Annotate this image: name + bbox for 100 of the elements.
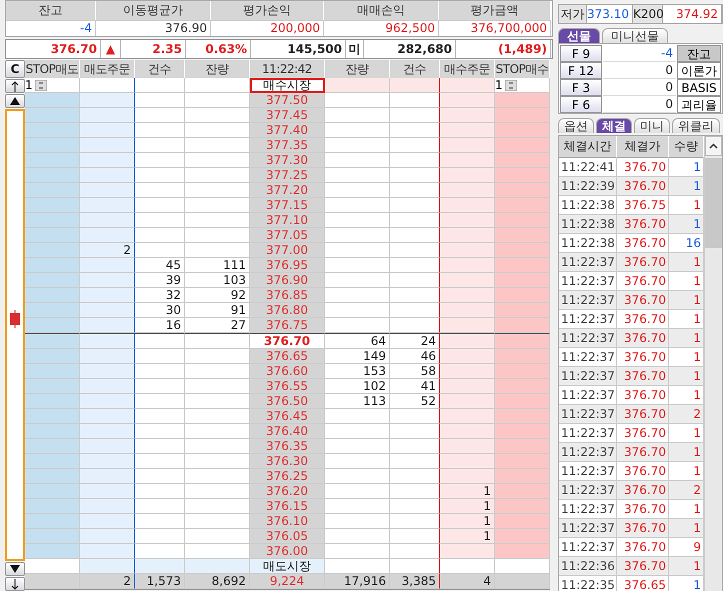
order-book-cell bbox=[25, 439, 80, 454]
column-header: 매수주문 bbox=[440, 60, 495, 78]
contract-button[interactable]: F 12 bbox=[560, 62, 602, 79]
scroll-top-button[interactable] bbox=[5, 79, 25, 93]
order-book-cell bbox=[390, 93, 440, 108]
view-button[interactable]: BASIS bbox=[677, 79, 721, 96]
order-book-cell bbox=[440, 394, 495, 409]
order-book-cell bbox=[80, 168, 135, 183]
order-book-cell bbox=[440, 258, 495, 273]
order-book-cell bbox=[25, 454, 80, 469]
order-book-cell bbox=[440, 138, 495, 153]
trade-time: 11:22:37 bbox=[559, 481, 617, 500]
order-book-cell bbox=[80, 108, 135, 123]
price-cell[interactable]: 377.05 bbox=[250, 228, 325, 243]
price-cell[interactable]: 376.60 bbox=[250, 364, 325, 379]
market-order-cell[interactable]: 매수시장 bbox=[250, 78, 325, 93]
price-cell[interactable]: 377.00 bbox=[250, 243, 325, 258]
price-cell[interactable]: 376.40 bbox=[250, 424, 325, 439]
contract-button[interactable]: F 6 bbox=[560, 96, 602, 113]
price-cell[interactable]: 376.00 bbox=[250, 544, 325, 559]
price-cell[interactable]: 376.30 bbox=[250, 454, 325, 469]
price-cell[interactable]: 377.45 bbox=[250, 108, 325, 123]
scroll-bottom-button[interactable] bbox=[5, 577, 25, 591]
scroll-up-button[interactable] bbox=[5, 94, 25, 108]
quantity-spinner[interactable]: 1 bbox=[25, 78, 48, 92]
order-book-cell bbox=[495, 424, 550, 439]
price-cell[interactable]: 377.10 bbox=[250, 213, 325, 228]
price-cell[interactable]: 377.40 bbox=[250, 123, 325, 138]
order-book-cell: 16 bbox=[135, 318, 185, 333]
tab[interactable]: 옵션 bbox=[558, 118, 594, 133]
scrollbar-thumb[interactable] bbox=[705, 158, 722, 248]
column-header: 체결시간 bbox=[559, 136, 617, 158]
order-book-cell bbox=[80, 439, 135, 454]
market-order-cell[interactable]: 매도시장 bbox=[250, 559, 325, 574]
order-book-cell bbox=[325, 273, 390, 288]
price-cell[interactable]: 376.45 bbox=[250, 409, 325, 424]
order-book-cell bbox=[135, 198, 185, 213]
tab[interactable]: 미니선물 bbox=[602, 28, 668, 43]
order-book-cell bbox=[80, 288, 135, 303]
price-cell[interactable]: 377.50 bbox=[250, 93, 325, 108]
order-book-cell bbox=[80, 333, 135, 349]
tab[interactable]: 미니 bbox=[634, 118, 670, 133]
tab[interactable]: 선물 bbox=[558, 28, 600, 43]
price-cell[interactable]: 376.90 bbox=[250, 273, 325, 288]
trade-time: 11:22:37 bbox=[559, 329, 617, 348]
view-button[interactable]: 괴리율 bbox=[677, 96, 721, 113]
price-cell[interactable]: 376.35 bbox=[250, 439, 325, 454]
price-cell[interactable]: 376.25 bbox=[250, 469, 325, 484]
order-book-cell bbox=[25, 243, 80, 258]
tab[interactable]: 체결 bbox=[596, 118, 632, 133]
quantity-spinner[interactable]: 1 bbox=[495, 78, 518, 92]
price-cell[interactable]: 376.50 bbox=[250, 394, 325, 409]
price-cell[interactable]: 376.65 bbox=[250, 349, 325, 364]
order-book-cell bbox=[495, 529, 550, 544]
order-book-cell bbox=[135, 469, 185, 484]
order-book-cell bbox=[495, 258, 550, 273]
order-book-cell: 92 bbox=[185, 288, 250, 303]
price-cell[interactable]: 377.15 bbox=[250, 198, 325, 213]
scroll-down-button[interactable] bbox=[5, 562, 25, 576]
column-header: 잔량 bbox=[185, 60, 250, 78]
spinner-icon bbox=[504, 80, 517, 90]
order-book-cell bbox=[80, 273, 135, 288]
price-cell[interactable]: 377.25 bbox=[250, 168, 325, 183]
trade-quantity: 1 bbox=[669, 443, 704, 462]
triangle-down-icon bbox=[10, 565, 20, 573]
price-cell[interactable]: 376.05 bbox=[250, 529, 325, 544]
order-book-cell bbox=[440, 93, 495, 108]
order-book-cell bbox=[185, 439, 250, 454]
order-book-cell bbox=[390, 544, 440, 559]
order-book-cell bbox=[80, 454, 135, 469]
view-button[interactable]: 이론가 bbox=[677, 62, 721, 79]
price-cell[interactable]: 376.15 bbox=[250, 499, 325, 514]
contract-button[interactable]: F 3 bbox=[560, 79, 602, 96]
order-book-cell bbox=[495, 484, 550, 499]
tab[interactable]: 위클리 bbox=[672, 118, 720, 133]
order-book-cell bbox=[495, 228, 550, 243]
price-cell[interactable]: 376.55 bbox=[250, 379, 325, 394]
price-cell[interactable]: 377.30 bbox=[250, 153, 325, 168]
order-book-cell: 58 bbox=[390, 364, 440, 379]
open-interest-label: 미 bbox=[346, 40, 364, 58]
order-book-cell bbox=[440, 439, 495, 454]
price-cell[interactable]: 376.85 bbox=[250, 288, 325, 303]
order-book-cell bbox=[25, 559, 80, 574]
price-cell[interactable]: 376.20 bbox=[250, 484, 325, 499]
price-cell[interactable]: 377.35 bbox=[250, 138, 325, 153]
order-book-cell: 39 bbox=[135, 273, 185, 288]
order-book-cell bbox=[135, 454, 185, 469]
clear-button[interactable]: C bbox=[5, 60, 25, 78]
price-cell[interactable]: 376.95 bbox=[250, 258, 325, 273]
contract-button[interactable]: F 9 bbox=[560, 45, 602, 62]
price-cell[interactable]: 376.80 bbox=[250, 303, 325, 318]
order-book-cell bbox=[440, 213, 495, 228]
price-cell[interactable]: 376.75 bbox=[250, 318, 325, 333]
scrollbar[interactable] bbox=[704, 136, 722, 591]
view-button[interactable]: 잔고 bbox=[677, 45, 721, 62]
order-book-cell bbox=[440, 559, 495, 574]
order-book-cell bbox=[390, 529, 440, 544]
price-cell[interactable]: 377.20 bbox=[250, 183, 325, 198]
price-cell[interactable]: 376.70 bbox=[250, 333, 325, 349]
price-cell[interactable]: 376.10 bbox=[250, 514, 325, 529]
